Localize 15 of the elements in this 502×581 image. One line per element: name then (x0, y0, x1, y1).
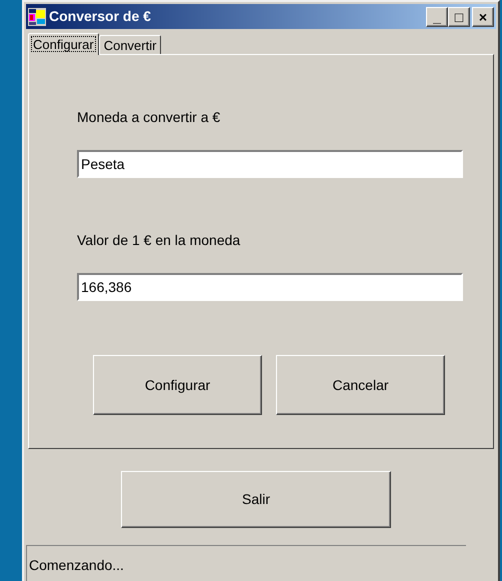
status-text: Comenzando... (29, 556, 124, 575)
window-title: Conversor de € (49, 7, 152, 26)
minimize-button[interactable]: _ (426, 6, 448, 26)
field-label: Valor de 1 € en la moneda (77, 231, 242, 250)
form-button[interactable]: Cancelar (276, 355, 445, 415)
maximize-button[interactable]: □ (448, 6, 470, 26)
input-field[interactable]: Peseta (77, 150, 463, 178)
exit-button[interactable]: Salir (121, 471, 391, 528)
tab[interactable]: Convertir (98, 35, 162, 54)
field-label: Moneda a convertir a € (77, 108, 222, 127)
close-button[interactable]: × (472, 6, 494, 26)
form-button[interactable]: Configurar (93, 355, 262, 415)
app-icon (28, 8, 46, 26)
input-field[interactable]: 166,386 (77, 273, 463, 301)
tab[interactable]: Configurar (28, 33, 99, 55)
